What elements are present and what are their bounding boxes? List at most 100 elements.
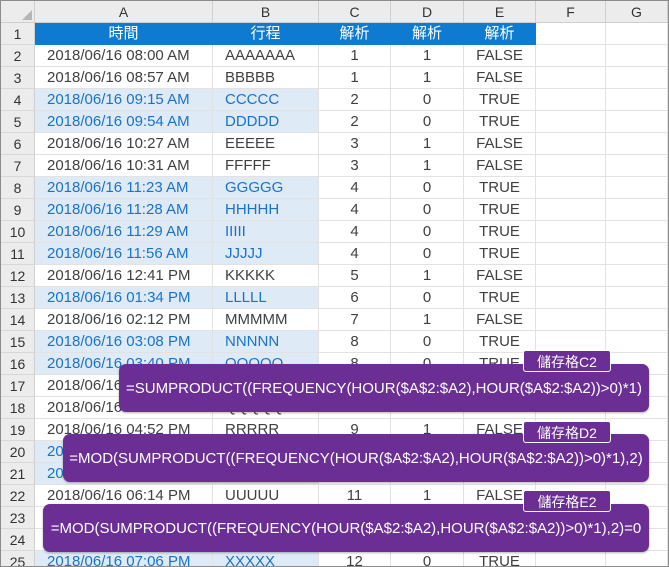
cell-itinerary[interactable]: MMMMM — [213, 309, 319, 331]
table-header-cell[interactable]: 解析 — [464, 23, 536, 45]
cell-analysis-d[interactable]: 1 — [391, 265, 464, 287]
cell-analysis-c[interactable]: 6 — [319, 287, 391, 309]
row-header[interactable]: 8 — [1, 177, 35, 199]
cell-empty[interactable] — [536, 287, 606, 309]
cell-itinerary[interactable]: FFFFF — [213, 155, 319, 177]
cell-itinerary[interactable]: HHHHH — [213, 199, 319, 221]
cell-analysis-c[interactable]: 4 — [319, 199, 391, 221]
cell-itinerary[interactable]: NNNNN — [213, 331, 319, 353]
table-header-cell[interactable]: 解析 — [319, 23, 391, 45]
row-header[interactable]: 6 — [1, 133, 35, 155]
cell-empty[interactable] — [536, 309, 606, 331]
cell-itinerary[interactable]: XXXXX — [213, 551, 319, 566]
cell-analysis-c[interactable]: 4 — [319, 177, 391, 199]
cell-analysis-c[interactable]: 7 — [319, 309, 391, 331]
cell-analysis-d[interactable]: 1 — [391, 133, 464, 155]
cell-analysis-d[interactable]: 1 — [391, 45, 464, 67]
cell-empty[interactable] — [536, 155, 606, 177]
cell-empty[interactable] — [536, 133, 606, 155]
row-header[interactable]: 4 — [1, 89, 35, 111]
cell-analysis-c[interactable]: 2 — [319, 111, 391, 133]
row-header[interactable]: 2 — [1, 45, 35, 67]
cell-analysis-d[interactable]: 0 — [391, 221, 464, 243]
table-header-cell[interactable]: 時間 — [35, 23, 213, 45]
cell-analysis-e[interactable]: TRUE — [464, 111, 536, 133]
row-header[interactable]: 9 — [1, 199, 35, 221]
cell-analysis-c[interactable]: 4 — [319, 243, 391, 265]
cell-time[interactable]: 2018/06/16 11:28 AM — [35, 199, 213, 221]
cell-time[interactable]: 2018/06/16 11:23 AM — [35, 177, 213, 199]
table-header-cell[interactable]: 解析 — [391, 23, 464, 45]
row-header[interactable]: 7 — [1, 155, 35, 177]
cell-time[interactable]: 2018/06/16 11:56 AM — [35, 243, 213, 265]
row-header[interactable]: 1 — [1, 23, 35, 45]
cell-empty[interactable] — [606, 287, 668, 309]
cell-empty[interactable] — [536, 221, 606, 243]
cell-analysis-d[interactable]: 0 — [391, 89, 464, 111]
cell-analysis-e[interactable]: TRUE — [464, 243, 536, 265]
column-header-f[interactable]: F — [536, 1, 606, 23]
cell-itinerary[interactable]: EEEEE — [213, 133, 319, 155]
cell-analysis-c[interactable]: 3 — [319, 155, 391, 177]
cell-empty[interactable] — [606, 309, 668, 331]
row-header[interactable]: 19 — [1, 419, 35, 441]
row-header[interactable]: 13 — [1, 287, 35, 309]
cell-analysis-d[interactable]: 1 — [391, 67, 464, 89]
cell-analysis-e[interactable]: TRUE — [464, 551, 536, 566]
column-header-b[interactable]: B — [213, 1, 319, 23]
cell-empty[interactable] — [536, 23, 606, 45]
cell-time[interactable]: 2018/06/16 09:54 AM — [35, 111, 213, 133]
row-header[interactable]: 20 — [1, 441, 35, 463]
column-header-c[interactable]: C — [319, 1, 391, 23]
column-header-d[interactable]: D — [391, 1, 464, 23]
cell-itinerary[interactable]: GGGGG — [213, 177, 319, 199]
cell-itinerary[interactable]: KKKKK — [213, 265, 319, 287]
cell-analysis-e[interactable]: TRUE — [464, 287, 536, 309]
cell-empty[interactable] — [606, 221, 668, 243]
cell-time[interactable]: 2018/06/16 08:00 AM — [35, 45, 213, 67]
cell-empty[interactable] — [536, 67, 606, 89]
row-header[interactable]: 11 — [1, 243, 35, 265]
cell-analysis-c[interactable]: 5 — [319, 265, 391, 287]
cell-time[interactable]: 2018/06/16 07:06 PM — [35, 551, 213, 566]
cell-analysis-d[interactable]: 1 — [391, 155, 464, 177]
cell-analysis-e[interactable]: TRUE — [464, 89, 536, 111]
row-header[interactable]: 10 — [1, 221, 35, 243]
cell-itinerary[interactable]: DDDDD — [213, 111, 319, 133]
cell-itinerary[interactable]: BBBBB — [213, 67, 319, 89]
cell-time[interactable]: 2018/06/16 02:12 PM — [35, 309, 213, 331]
cell-analysis-c[interactable]: 1 — [319, 67, 391, 89]
cell-empty[interactable] — [606, 67, 668, 89]
cell-empty[interactable] — [536, 89, 606, 111]
cell-itinerary[interactable]: IIIII — [213, 221, 319, 243]
cell-time[interactable]: 2018/06/16 09:15 AM — [35, 89, 213, 111]
cell-empty[interactable] — [536, 551, 606, 566]
cell-analysis-e[interactable]: FALSE — [464, 67, 536, 89]
table-header-cell[interactable]: 行程 — [213, 23, 319, 45]
cell-empty[interactable] — [536, 177, 606, 199]
select-all-corner[interactable] — [1, 1, 35, 23]
cell-analysis-d[interactable]: 0 — [391, 331, 464, 353]
cell-time[interactable]: 2018/06/16 10:31 AM — [35, 155, 213, 177]
cell-empty[interactable] — [606, 155, 668, 177]
cell-analysis-e[interactable]: FALSE — [464, 133, 536, 155]
cell-analysis-d[interactable]: 0 — [391, 111, 464, 133]
cell-analysis-d[interactable]: 0 — [391, 177, 464, 199]
cell-empty[interactable] — [606, 551, 668, 566]
cell-empty[interactable] — [606, 177, 668, 199]
cell-time[interactable]: 2018/06/16 08:57 AM — [35, 67, 213, 89]
cell-analysis-c[interactable]: 12 — [319, 551, 391, 566]
column-header-e[interactable]: E — [464, 1, 536, 23]
row-header[interactable]: 23 — [1, 507, 35, 529]
cell-analysis-e[interactable]: FALSE — [464, 45, 536, 67]
cell-analysis-e[interactable]: TRUE — [464, 177, 536, 199]
cell-analysis-e[interactable]: TRUE — [464, 221, 536, 243]
cell-analysis-c[interactable]: 4 — [319, 221, 391, 243]
cell-analysis-e[interactable]: FALSE — [464, 265, 536, 287]
cell-empty[interactable] — [606, 331, 668, 353]
row-header[interactable]: 15 — [1, 331, 35, 353]
cell-empty[interactable] — [606, 23, 668, 45]
cell-analysis-d[interactable]: 0 — [391, 243, 464, 265]
cell-empty[interactable] — [606, 243, 668, 265]
cell-analysis-e[interactable]: FALSE — [464, 155, 536, 177]
